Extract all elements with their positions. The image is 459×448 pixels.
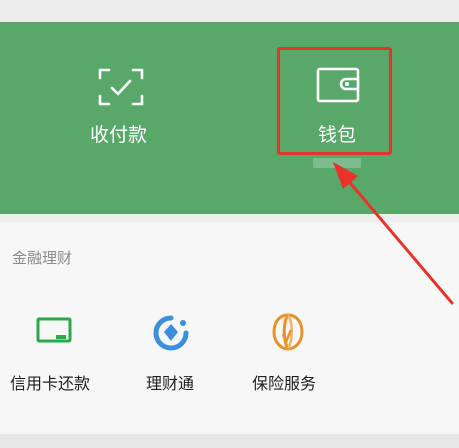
annotation-arrow [333,162,454,305]
